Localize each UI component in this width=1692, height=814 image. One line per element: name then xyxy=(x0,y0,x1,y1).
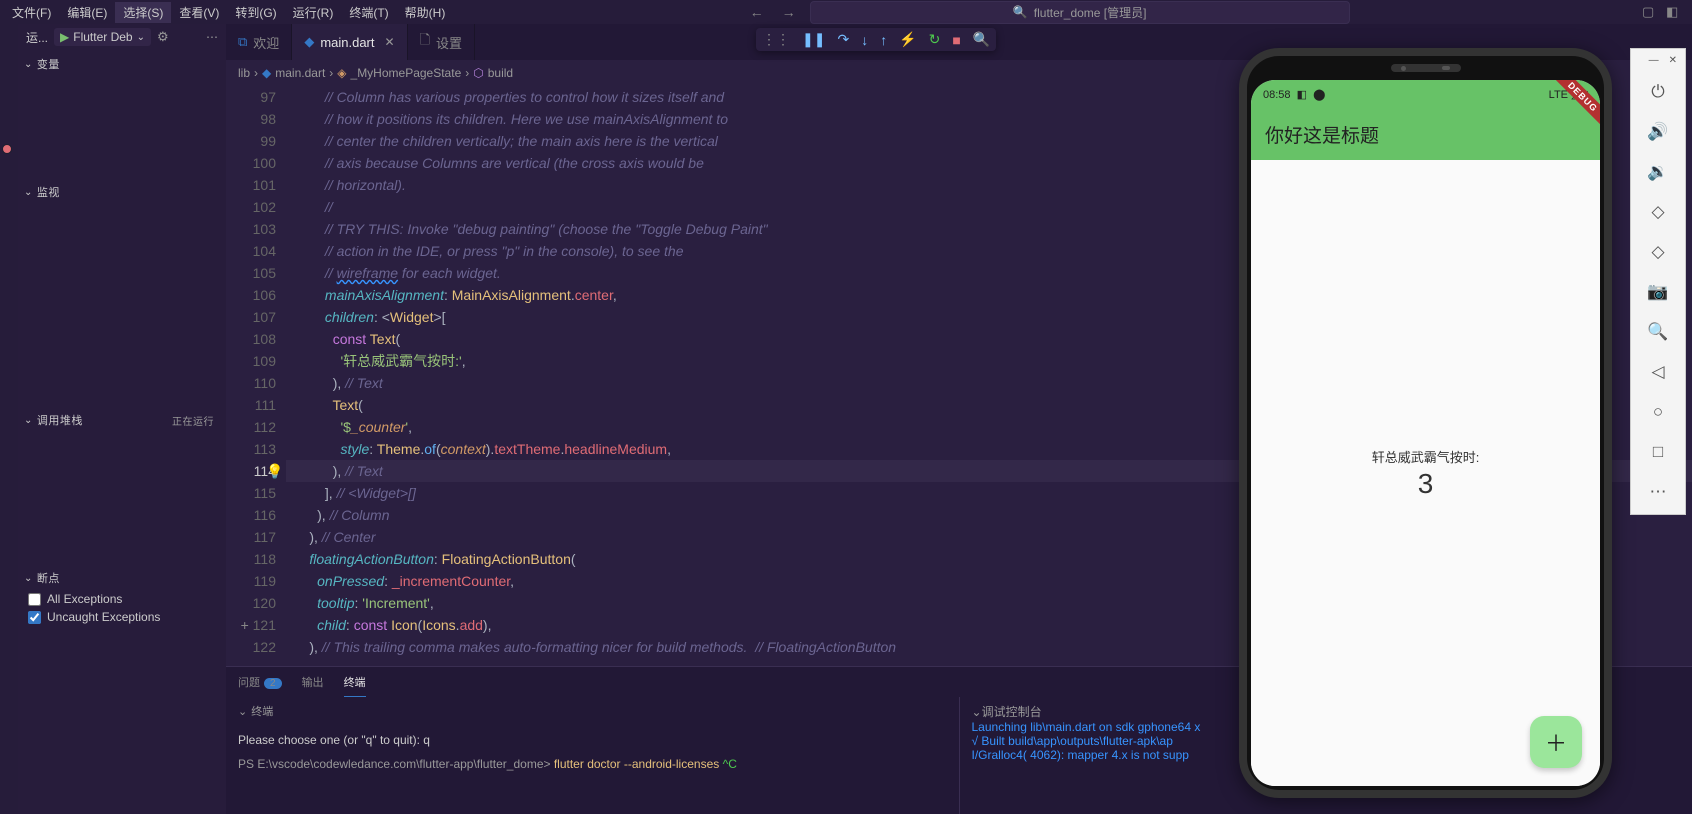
plus-icon: ＋ xyxy=(1545,726,1567,758)
tab-problems[interactable]: 问题2 xyxy=(238,668,282,696)
settings-file-icon: 🗋 xyxy=(420,31,430,53)
more-icon[interactable]: ⋯ xyxy=(206,30,218,44)
tab-main-dart[interactable]: ◆ main.dart ✕ xyxy=(292,24,407,60)
chevron-down-icon[interactable]: ⌄ xyxy=(238,705,247,718)
more-icon[interactable]: ⋯ xyxy=(1639,474,1677,510)
start-debug-icon[interactable]: ▶ xyxy=(60,30,69,44)
tab-terminal[interactable]: 终端 xyxy=(344,668,366,697)
gear-icon[interactable]: ⚙ xyxy=(157,29,169,45)
emulator-controls: — ✕ ⏻ 🔊 🔉 ◇ ◇ 📷 🔍 ◁ ○ □ ⋯ xyxy=(1630,48,1686,515)
warning-badge xyxy=(2,144,12,154)
floating-action-button[interactable]: ＋ xyxy=(1530,716,1582,768)
body-text: 轩总威武霸气按时: xyxy=(1372,447,1480,466)
volume-down-icon[interactable]: 🔉 xyxy=(1639,154,1677,190)
menu-bar: 文件(F)编辑(E)选择(S)查看(V)转到(G)运行(R)终端(T)帮助(H)… xyxy=(0,0,1692,24)
menu-item[interactable]: 终端(T) xyxy=(341,2,396,23)
activity-bar xyxy=(0,24,18,814)
watch-header[interactable]: ⌄监视 xyxy=(18,182,226,202)
debug-header: 运... ▶ Flutter Deb ⌄ ⚙ ⋯ xyxy=(18,24,226,50)
menu-item[interactable]: 查看(V) xyxy=(171,2,227,23)
tab-output[interactable]: 输出 xyxy=(302,668,324,696)
app-title: 你好这是标题 xyxy=(1265,121,1379,148)
menu-item[interactable]: 选择(S) xyxy=(115,2,171,23)
vscode-icon: ⧉ xyxy=(238,34,247,50)
camera-icon[interactable]: 📷 xyxy=(1639,274,1677,310)
command-center[interactable]: 🔍 flutter_dome [管理员] xyxy=(810,1,1350,24)
method-icon: ⬡ xyxy=(473,66,483,80)
back-icon[interactable]: ◁ xyxy=(1639,354,1677,390)
checkbox-all-exceptions[interactable]: All Exceptions xyxy=(28,590,216,608)
menu-item[interactable]: 编辑(E) xyxy=(59,2,115,23)
run-debug-sidebar: 运... ▶ Flutter Deb ⌄ ⚙ ⋯ ⌄变量 ⌄监视 ⌄调用堆栈正在… xyxy=(18,24,226,814)
debug-toolbar: ⋮⋮ ❚❚ ↷ ↓ ↑ ⚡ ↻ ■ 🔍 xyxy=(756,28,996,51)
hot-reload-icon[interactable]: ⚡ xyxy=(899,31,916,48)
title-bar-actions: ▢ ◧ xyxy=(1642,4,1688,20)
menu-item[interactable]: 帮助(H) xyxy=(397,2,454,23)
chevron-down-icon: ⌄ xyxy=(137,32,145,43)
rotate-left-icon[interactable]: ◇ xyxy=(1639,194,1677,230)
power-icon[interactable]: ⏻ xyxy=(1639,74,1677,110)
phone-status-bar: 08:58 ◧ ⬤ LTE ◿◢ xyxy=(1251,80,1600,108)
nav-forward-icon[interactable]: → xyxy=(778,4,800,20)
menu-items: 文件(F)编辑(E)选择(S)查看(V)转到(G)运行(R)终端(T)帮助(H) xyxy=(4,2,453,23)
restart-icon[interactable]: ↻ xyxy=(929,31,941,48)
counter-value: 3 xyxy=(1418,468,1434,500)
menu-item[interactable]: 转到(G) xyxy=(227,2,284,23)
terminal-line: Please choose one (or "q" to quit): q xyxy=(238,733,947,747)
step-over-icon[interactable]: ↷ xyxy=(837,31,849,48)
menu-item[interactable]: 文件(F) xyxy=(4,2,59,23)
pause-icon[interactable]: ❚❚ xyxy=(802,31,825,48)
callstack-header[interactable]: ⌄调用堆栈正在运行 xyxy=(18,410,226,430)
close-icon[interactable]: ✕ xyxy=(1669,55,1677,66)
app-body: 轩总威武霸气按时: 3 xyxy=(1251,160,1600,786)
layout-panel-icon[interactable]: ▢ xyxy=(1642,4,1658,20)
overview-icon[interactable]: □ xyxy=(1639,434,1677,470)
volume-up-icon[interactable]: 🔊 xyxy=(1639,114,1677,150)
phone-screen[interactable]: 08:58 ◧ ⬤ LTE ◿◢ 你好这是标题 DEBUG 轩总威武霸气按时: … xyxy=(1251,80,1600,786)
class-icon: ◈ xyxy=(337,66,346,80)
chevron-down-icon[interactable]: ⌄ xyxy=(972,705,982,719)
variables-section: ⌄变量 xyxy=(18,50,226,78)
step-out-icon[interactable]: ↑ xyxy=(880,32,887,48)
debug-config-name: Flutter Deb xyxy=(73,30,132,44)
app-bar: 你好这是标题 xyxy=(1251,108,1600,160)
menu-item[interactable]: 运行(R) xyxy=(285,2,342,23)
terminal-line: PS E:\vscode\codewledance.com\flutter-ap… xyxy=(238,757,947,771)
zoom-icon[interactable]: 🔍 xyxy=(1639,314,1677,350)
step-into-icon[interactable]: ↓ xyxy=(861,32,868,48)
phone-notch xyxy=(1391,64,1461,72)
android-emulator: 08:58 ◧ ⬤ LTE ◿◢ 你好这是标题 DEBUG 轩总威武霸气按时: … xyxy=(1239,48,1612,798)
tab-welcome[interactable]: ⧉ 欢迎 xyxy=(226,24,292,60)
run-label: 运... xyxy=(26,29,48,46)
checkbox-uncaught-exceptions[interactable]: Uncaught Exceptions xyxy=(28,608,216,626)
rotate-right-icon[interactable]: ◇ xyxy=(1639,234,1677,270)
callstack-section: ⌄调用堆栈正在运行 xyxy=(18,406,226,434)
debug-config-selector[interactable]: ▶ Flutter Deb ⌄ xyxy=(54,28,151,46)
variables-header[interactable]: ⌄变量 xyxy=(18,54,226,74)
home-icon[interactable]: ○ xyxy=(1639,394,1677,430)
search-icon: 🔍 xyxy=(1013,5,1028,19)
breakpoints-section: ⌄断点 All Exceptions Uncaught Exceptions xyxy=(18,564,226,632)
tab-settings[interactable]: 🗋 设置 xyxy=(408,24,475,60)
close-tab-icon[interactable]: ✕ xyxy=(385,35,395,49)
drag-handle-icon[interactable]: ⋮⋮ xyxy=(762,31,790,48)
stop-icon[interactable]: ■ xyxy=(952,32,960,48)
search-text: flutter_dome [管理员] xyxy=(1034,4,1147,21)
watch-section: ⌄监视 xyxy=(18,178,226,206)
minimize-icon[interactable]: — xyxy=(1649,55,1659,66)
terminal-pane[interactable]: ⌄终端 Please choose one (or "q" to quit): … xyxy=(226,697,960,814)
devtools-icon[interactable]: 🔍 xyxy=(973,31,990,48)
breakpoints-header[interactable]: ⌄断点 xyxy=(18,568,226,588)
nav-back-icon[interactable]: ← xyxy=(746,4,768,20)
dart-file-icon: ◆ xyxy=(304,34,314,50)
line-number-gutter: 9798991001011021031041051061071081091101… xyxy=(226,86,286,666)
dart-file-icon: ◆ xyxy=(262,66,271,80)
layout-sidebar-icon[interactable]: ◧ xyxy=(1666,4,1682,20)
